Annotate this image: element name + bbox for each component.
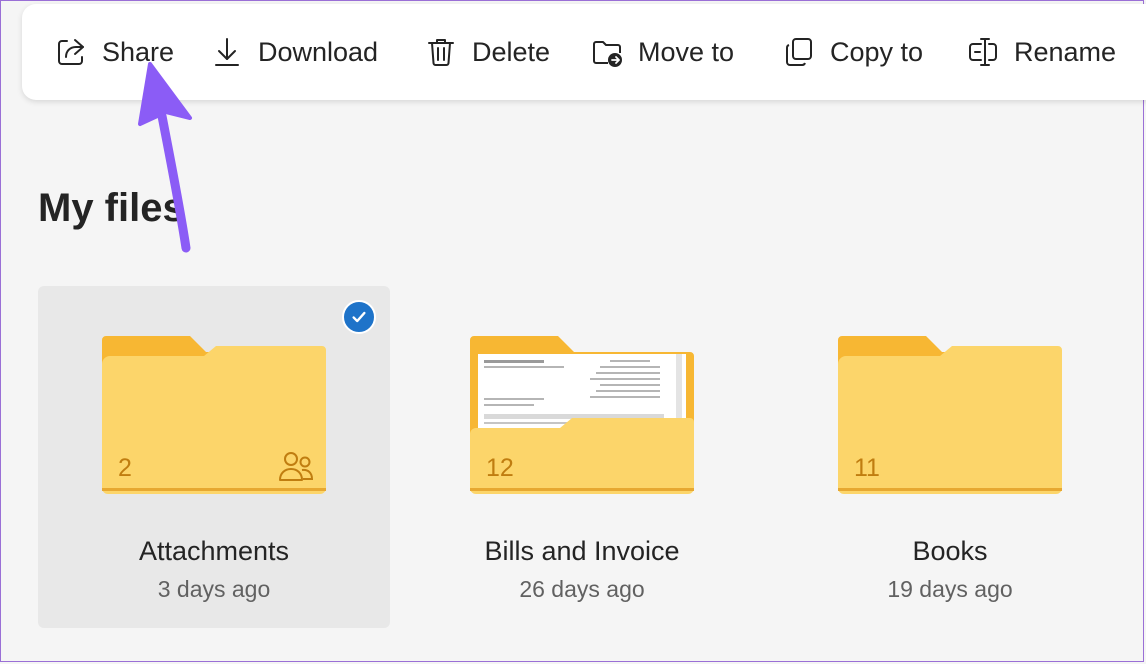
command-bar: Share Download Delete Move to Copy to Re…	[22, 4, 1146, 100]
rename-button[interactable]: Rename	[966, 4, 1116, 100]
folder-tile-attachments[interactable]: 2 Attachments 3 days ago	[38, 286, 390, 628]
rename-icon	[969, 38, 997, 66]
share-label: Share	[102, 36, 175, 67]
move-to-label: Move to	[638, 36, 735, 67]
folder-modified-date: 19 days ago	[887, 576, 1013, 602]
folder-modified-date: 26 days ago	[519, 576, 645, 602]
rename-label: Rename	[1014, 36, 1117, 67]
folder-name: Books	[912, 536, 988, 566]
copy-icon	[786, 38, 812, 66]
item-count: 2	[118, 454, 132, 482]
selection-checkbox[interactable]	[342, 300, 376, 334]
folder-tile-bills-and-invoice[interactable]: 12 Bills and Invoice 26 days ago	[406, 286, 758, 628]
folder-name: Bills and Invoice	[484, 536, 680, 566]
copy-to-button[interactable]: Copy to	[782, 4, 923, 100]
delete-button[interactable]: Delete	[424, 4, 550, 100]
folder-name: Attachments	[138, 536, 290, 566]
item-count: 11	[854, 454, 880, 482]
checkmark-icon	[352, 311, 366, 323]
item-count: 12	[486, 454, 514, 482]
delete-icon	[428, 39, 454, 66]
folder-tile-books[interactable]: 11 Books 19 days ago	[774, 286, 1126, 628]
download-label: Download	[258, 36, 379, 67]
page-title: My files	[38, 186, 185, 230]
delete-label: Delete	[472, 36, 551, 67]
download-button[interactable]: Download	[210, 4, 378, 100]
folder-modified-date: 3 days ago	[157, 576, 271, 602]
download-icon	[215, 38, 239, 66]
share-button[interactable]: Share	[54, 4, 174, 100]
move-icon	[593, 41, 622, 67]
shared-people-icon	[279, 452, 314, 481]
share-icon	[58, 39, 84, 65]
move-to-button[interactable]: Move to	[590, 4, 734, 100]
copy-to-label: Copy to	[830, 36, 924, 67]
